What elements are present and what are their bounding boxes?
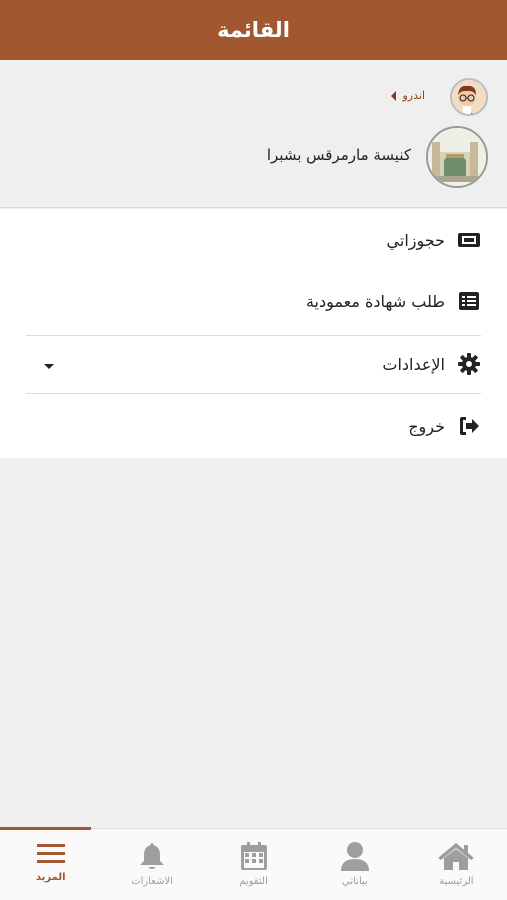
- nav-item-my-data[interactable]: بياناتي: [304, 829, 405, 900]
- sign-out-icon: [457, 414, 481, 438]
- menu-divider: [26, 335, 481, 336]
- user-avatar-icon: [452, 80, 486, 114]
- nav-label: الاشعارات: [131, 876, 173, 887]
- app-header: القائمة: [0, 0, 507, 60]
- menu-item-logout[interactable]: خروج: [26, 406, 481, 446]
- home-icon: [438, 843, 475, 870]
- nav-label: الرئيسية: [439, 876, 474, 887]
- menu-divider: [26, 393, 481, 394]
- menu-item-label: الإعدادات: [382, 354, 445, 374]
- avatar[interactable]: [450, 78, 488, 116]
- church-logo: [426, 126, 488, 188]
- nav-item-notifications[interactable]: الاشعارات: [101, 829, 202, 900]
- menu-item-label: خروج: [408, 416, 445, 436]
- list-icon: [457, 289, 481, 313]
- active-tab-indicator: [0, 827, 91, 830]
- user-icon: [340, 842, 369, 871]
- nav-item-more[interactable]: المزيد: [0, 827, 101, 900]
- menu-item-label: طلب شهادة معمودية: [305, 291, 445, 311]
- menu-item-my-bookings[interactable]: حجوزاتي: [26, 220, 481, 260]
- profile-block: اندرو كنيسة مارمرقس بشبرا: [0, 60, 507, 208]
- nav-label: المزيد: [35, 872, 66, 883]
- hamburger-menu-icon: [36, 844, 65, 863]
- nav-item-calendar[interactable]: التقويم: [203, 829, 304, 900]
- menu-item-baptism-certificate[interactable]: طلب شهادة معمودية: [26, 281, 481, 321]
- caret-left-icon: [391, 90, 397, 101]
- bottom-nav: المزيد الاشعارات التقويم بياناتي الرئيسي…: [0, 827, 507, 900]
- user-switcher[interactable]: اندرو: [391, 89, 425, 102]
- user-name: اندرو: [402, 89, 425, 102]
- nav-item-home[interactable]: الرئيسية: [406, 829, 507, 900]
- nav-label: بياناتي: [342, 876, 368, 887]
- chevron-down-icon[interactable]: [44, 364, 54, 369]
- page-title: القائمة: [217, 18, 290, 42]
- bell-icon: [140, 843, 165, 869]
- church-name: كنيسة مارمرقس بشبرا: [266, 146, 411, 164]
- ticket-icon: [457, 228, 481, 252]
- church-building-icon: [428, 128, 486, 186]
- nav-label: التقويم: [239, 876, 268, 887]
- menu-item-settings[interactable]: الإعدادات: [26, 344, 481, 384]
- menu-list: حجوزاتي طلب شهادة معمودية الإعدادات خروج: [0, 209, 507, 458]
- gear-icon: [457, 352, 481, 376]
- menu-item-label: حجوزاتي: [386, 230, 445, 250]
- calendar-icon: [240, 842, 267, 870]
